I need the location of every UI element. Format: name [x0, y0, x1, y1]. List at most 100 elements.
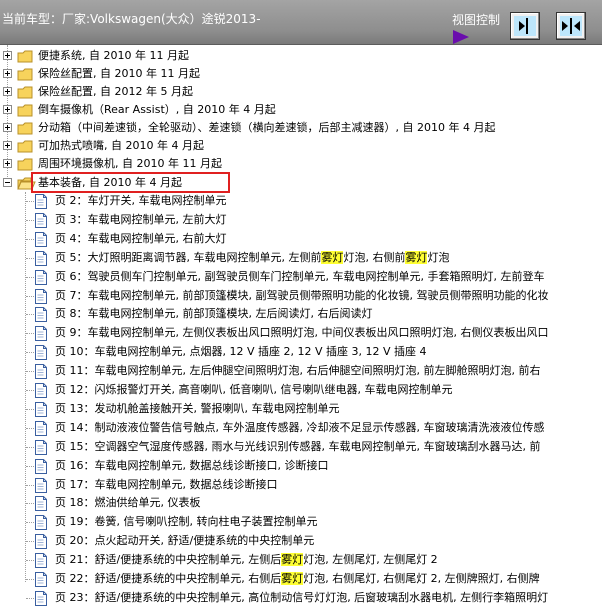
document-page-icon — [35, 496, 47, 511]
document-page-icon — [35, 421, 47, 436]
label-text: 页 5：大灯照明距离调节器, 车载电网控制单元, 左侧前 — [55, 251, 322, 264]
view-control-label: 视图控制 — [452, 13, 501, 27]
tree-branch-line — [26, 428, 34, 429]
search-highlight: 雾灯 — [281, 572, 304, 585]
tree-branch-line — [26, 541, 34, 542]
label-text: 页 14：制动液液位警告信号触点, 车外温度传感器, 冷却液不足显示传感器, 车… — [55, 421, 545, 434]
document-page-icon — [35, 553, 47, 568]
tree-branch-line — [26, 239, 34, 240]
tree-guide-line-sub — [25, 192, 26, 582]
label-text: 页 6：驾驶员侧车门控制单元, 副驾驶员侧车门控制单元, 车载电网控制单元, 手… — [55, 270, 545, 283]
tree-page-label: 页 4：车载电网控制单元, 右前大灯 — [55, 230, 227, 248]
document-page-icon — [35, 515, 47, 530]
current-vehicle-title: 当前车型：厂家:Volkswagen(大众）途锐2013- — [2, 12, 261, 26]
document-page-icon — [35, 251, 47, 266]
folder-icon — [17, 68, 33, 81]
tree-branch-line — [26, 220, 34, 221]
label-text: 页 16：车载电网控制单元, 数据总线诊断接口, 诊断接口 — [55, 459, 329, 472]
expand-plus-icon[interactable] — [3, 87, 12, 96]
tree-branch-line — [26, 296, 34, 297]
label-text: 灯泡, 右侧尾灯, 右侧尾灯 2, 左侧牌照灯, 右侧牌 — [303, 572, 540, 585]
tree-branch-line — [26, 201, 34, 202]
folder-icon — [17, 122, 33, 135]
tree-page-label: 页 21：舒适/便捷系统的中央控制单元, 左侧后雾灯灯泡, 左侧尾灯, 左侧尾灯… — [55, 551, 438, 569]
label-text: 页 8：车载电网控制单元, 前部顶篷模块, 左后阅读灯, 右后阅读灯 — [55, 307, 373, 320]
split-view-button[interactable] — [556, 12, 586, 40]
tree-branch-line — [26, 409, 34, 410]
document-page-icon — [35, 572, 47, 587]
tree-page-label: 页 11：车载电网控制单元, 左后伸腿空间照明灯泡, 右后伸腿空间照明灯泡, 前… — [55, 362, 540, 380]
tree-branch-line — [26, 447, 34, 448]
document-page-icon — [35, 326, 47, 341]
label-text: 页 21：舒适/便捷系统的中央控制单元, 左侧后 — [55, 553, 282, 566]
tree-folder-label: 分动箱（中间差速锁，全轮驱动）、差速锁（横向差速锁，后部主减速器）, 自 201… — [38, 121, 496, 134]
tree-page-label: 页 19：卷簧, 信号喇叭控制, 转向柱电子装置控制单元 — [55, 513, 317, 531]
folder-icon — [17, 158, 33, 171]
tree-page-label: 页 12：闪烁报警灯开关, 高音喇叭, 低音喇叭, 信号喇叭继电器, 车载电网控… — [55, 381, 452, 399]
tree-page-label: 页 13：发动机舱盖接触开关, 警报喇叭, 车载电网控制单元 — [55, 400, 339, 418]
document-page-icon — [35, 440, 47, 455]
tree-folder-label: 倒车摄像机（Rear Assist）, 自 2010 年 4 月起 — [38, 103, 276, 116]
expand-right-glyph-icon — [519, 18, 528, 34]
expand-plus-icon[interactable] — [3, 105, 12, 114]
tree-branch-line — [26, 333, 34, 334]
document-page-icon — [35, 194, 47, 209]
tree-branch-line — [26, 560, 34, 561]
document-page-icon — [35, 478, 47, 493]
expand-plus-icon[interactable] — [3, 69, 12, 78]
tree-page-label: 页 14：制动液液位警告信号触点, 车外温度传感器, 冷却液不足显示传感器, 车… — [55, 419, 544, 437]
folder-icon — [17, 140, 33, 153]
document-page-icon — [35, 591, 47, 606]
tree-folder-label: 可加热式喷嘴, 自 2010 年 4 月起 — [38, 139, 204, 152]
expand-right-button[interactable] — [510, 12, 540, 40]
label-text: 页 12：闪烁报警灯开关, 高音喇叭, 低音喇叭, 信号喇叭继电器, 车载电网控… — [55, 383, 453, 396]
tree-page-label: 页 6：驾驶员侧车门控制单元, 副驾驶员侧车门控制单元, 车载电网控制单元, 手… — [55, 268, 544, 286]
search-highlight: 雾灯 — [321, 251, 344, 264]
label-text: 灯泡, 右侧前 — [343, 251, 406, 264]
label-text: 页 2：车灯开关, 车载电网控制单元 — [55, 194, 227, 207]
document-page-icon — [35, 383, 47, 398]
expand-plus-icon[interactable] — [3, 159, 12, 168]
label-text: 页 7：车载电网控制单元, 前部顶篷模块, 副驾驶员侧带照明功能的化妆镜, 驾驶… — [55, 289, 549, 302]
tree-branch-line — [26, 598, 34, 599]
label-text: 页 17：车载电网控制单元, 数据总线诊断接口 — [55, 478, 278, 491]
label-text: 灯泡, 左侧尾灯, 左侧尾灯 2 — [303, 553, 438, 566]
tree-folder-label: 保险丝配置, 自 2010 年 11 月起 — [38, 67, 200, 80]
folder-icon — [17, 86, 33, 99]
label-text: 页 20：点火起动开关, 舒适/便捷系统的中央控制单元 — [55, 534, 315, 547]
tree-page-label: 页 20：点火起动开关, 舒适/便捷系统的中央控制单元 — [55, 532, 314, 550]
label-text: 页 19：卷簧, 信号喇叭控制, 转向柱电子装置控制单元 — [55, 515, 318, 528]
label-text: 页 23：舒适/便捷系统的中央控制单元, 高位制动信号灯灯泡, 后窗玻璃刮水器电… — [55, 591, 549, 604]
tree-folder-label: 周围环境摄像机, 自 2010 年 11 月起 — [38, 157, 222, 170]
document-page-icon — [35, 307, 47, 322]
label-text: 页 15：空调器空气湿度传感器, 雨水与光线识别传感器, 车载电网控制单元, 车… — [55, 440, 541, 453]
label-text: 页 9：车载电网控制单元, 左侧仪表板出风口照明灯泡, 中间仪表板出风口照明灯泡… — [55, 326, 549, 339]
document-page-icon — [35, 213, 47, 228]
label-text: 页 4：车载电网控制单元, 右前大灯 — [55, 232, 227, 245]
document-page-icon — [35, 232, 47, 247]
tree-branch-line — [26, 371, 34, 372]
document-page-icon — [35, 459, 47, 474]
split-view-glyph-icon — [562, 18, 580, 34]
folder-icon — [17, 50, 33, 63]
search-highlight: 雾灯 — [281, 553, 304, 566]
expand-plus-icon[interactable] — [3, 123, 12, 132]
document-page-icon — [35, 364, 47, 379]
tree-branch-line — [26, 503, 34, 504]
tree-page-label: 页 5：大灯照明距离调节器, 车载电网控制单元, 左侧前雾灯灯泡, 右侧前雾灯灯… — [55, 249, 449, 267]
tree-page-label: 页 18：燃油供给单元, 仪表板 — [55, 494, 201, 512]
tree-folder-label: 便捷系统, 自 2010 年 11 月起 — [38, 49, 189, 62]
collapse-minus-icon[interactable] — [3, 178, 12, 187]
document-page-icon — [35, 270, 47, 285]
tree-page-label: 页 9：车载电网控制单元, 左侧仪表板出风口照明灯泡, 中间仪表板出风口照明灯泡… — [55, 324, 548, 342]
expand-plus-icon[interactable] — [3, 141, 12, 150]
title-bar: 当前车型：厂家:Volkswagen(大众）途锐2013- 视图控制 — [0, 0, 602, 45]
tree-branch-line — [26, 314, 34, 315]
tree-page-label: 页 15：空调器空气湿度传感器, 雨水与光线识别传感器, 车载电网控制单元, 车… — [55, 438, 540, 456]
tree-page-label: 页 10：车载电网控制单元, 点烟器, 12 V 插座 2, 12 V 插座 3… — [55, 343, 427, 361]
tree-page-label: 页 3：车载电网控制单元, 左前大灯 — [55, 211, 227, 229]
tree-branch-line — [26, 485, 34, 486]
label-text: 页 11：车载电网控制单元, 左后伸腿空间照明灯泡, 右后伸腿空间照明灯泡, 前… — [55, 364, 541, 377]
expand-plus-icon[interactable] — [3, 51, 12, 60]
tree-branch-line — [26, 258, 34, 259]
